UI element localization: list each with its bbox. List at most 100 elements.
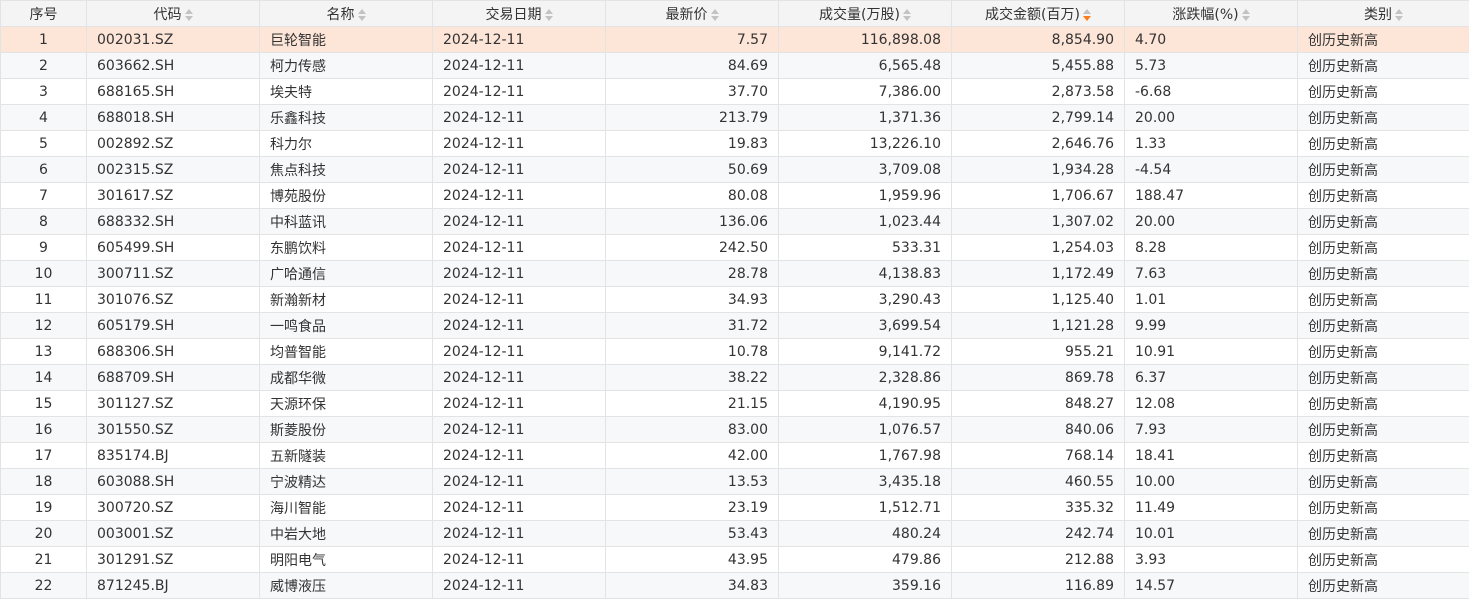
cell-code: 603662.SH [87,53,260,79]
table-row[interactable]: 18603088.SH宁波精达2024-12-1113.533,435.1846… [1,469,1469,495]
sort-icon[interactable] [185,9,193,21]
sort-icon[interactable] [358,9,366,21]
cell-volume: 480.24 [779,521,952,547]
cell-name: 巨轮智能 [260,27,433,53]
table-row[interactable]: 16301550.SZ斯菱股份2024-12-1183.001,076.5784… [1,417,1469,443]
cell-code: 003001.SZ [87,521,260,547]
column-header-date[interactable]: 交易日期 [433,1,606,27]
sort-icon[interactable] [711,9,719,21]
column-header-volume[interactable]: 成交量(万股) [779,1,952,27]
cell-price: 34.93 [606,287,779,313]
cell-price: 43.95 [606,547,779,573]
cell-date: 2024-12-11 [433,105,606,131]
cell-change: 14.57 [1125,573,1298,599]
column-header-change[interactable]: 涨跌幅(%) [1125,1,1298,27]
cell-volume: 1,076.57 [779,417,952,443]
cell-change: 10.91 [1125,339,1298,365]
cell-price: 34.83 [606,573,779,599]
column-header-amount[interactable]: 成交金额(百万) [952,1,1125,27]
cell-amount: 1,172.49 [952,261,1125,287]
sort-icon[interactable] [545,9,553,21]
cell-amount: 460.55 [952,469,1125,495]
cell-date: 2024-12-11 [433,313,606,339]
cell-change: -4.54 [1125,157,1298,183]
table-row[interactable]: 11301076.SZ新瀚新材2024-12-1134.933,290.431,… [1,287,1469,313]
cell-date: 2024-12-11 [433,157,606,183]
table-row[interactable]: 17835174.BJ五新隧装2024-12-1142.001,767.9876… [1,443,1469,469]
cell-change: 10.01 [1125,521,1298,547]
cell-amount: 335.32 [952,495,1125,521]
table-row[interactable]: 12605179.SH一鸣食品2024-12-1131.723,699.541,… [1,313,1469,339]
cell-change: 6.37 [1125,365,1298,391]
cell-name: 天源环保 [260,391,433,417]
cell-amount: 1,125.40 [952,287,1125,313]
cell-index: 5 [1,131,87,157]
cell-code: 605179.SH [87,313,260,339]
cell-category: 创历史新高 [1298,495,1469,521]
cell-name: 一鸣食品 [260,313,433,339]
table-row[interactable]: 2603662.SH柯力传感2024-12-1184.696,565.485,4… [1,53,1469,79]
cell-volume: 7,386.00 [779,79,952,105]
cell-change: 7.63 [1125,261,1298,287]
cell-date: 2024-12-11 [433,495,606,521]
cell-name: 乐鑫科技 [260,105,433,131]
cell-change: 3.93 [1125,547,1298,573]
table-row[interactable]: 5002892.SZ科力尔2024-12-1119.8313,226.102,6… [1,131,1469,157]
column-header-name[interactable]: 名称 [260,1,433,27]
cell-index: 2 [1,53,87,79]
cell-date: 2024-12-11 [433,131,606,157]
table-row[interactable]: 22871245.BJ威博液压2024-12-1134.83359.16116.… [1,573,1469,599]
cell-volume: 1,371.36 [779,105,952,131]
cell-code: 301076.SZ [87,287,260,313]
table-row[interactable]: 6002315.SZ焦点科技2024-12-1150.693,709.081,9… [1,157,1469,183]
table-row[interactable]: 19300720.SZ海川智能2024-12-1123.191,512.7133… [1,495,1469,521]
table-row[interactable]: 3688165.SH埃夫特2024-12-1137.707,386.002,87… [1,79,1469,105]
cell-category: 创历史新高 [1298,157,1469,183]
cell-index: 13 [1,339,87,365]
cell-code: 688165.SH [87,79,260,105]
cell-price: 50.69 [606,157,779,183]
table-row[interactable]: 9605499.SH东鹏饮料2024-12-11242.50533.311,25… [1,235,1469,261]
cell-price: 42.00 [606,443,779,469]
table-row[interactable]: 4688018.SH乐鑫科技2024-12-11213.791,371.362,… [1,105,1469,131]
sort-icon[interactable] [1395,9,1403,21]
cell-amount: 242.74 [952,521,1125,547]
table-row[interactable]: 14688709.SH成都华微2024-12-1138.222,328.8686… [1,365,1469,391]
table-row[interactable]: 21301291.SZ明阳电气2024-12-1143.95479.86212.… [1,547,1469,573]
column-header-category[interactable]: 类别 [1298,1,1469,27]
cell-date: 2024-12-11 [433,573,606,599]
cell-volume: 1,512.71 [779,495,952,521]
cell-amount: 2,873.58 [952,79,1125,105]
cell-index: 10 [1,261,87,287]
cell-index: 8 [1,209,87,235]
cell-price: 136.06 [606,209,779,235]
table-row[interactable]: 20003001.SZ中岩大地2024-12-1153.43480.24242.… [1,521,1469,547]
cell-category: 创历史新高 [1298,391,1469,417]
cell-volume: 116,898.08 [779,27,952,53]
table-row[interactable]: 15301127.SZ天源环保2024-12-1121.154,190.9584… [1,391,1469,417]
cell-price: 84.69 [606,53,779,79]
cell-change: 8.28 [1125,235,1298,261]
table-row[interactable]: 1002031.SZ巨轮智能2024-12-117.57116,898.088,… [1,27,1469,53]
table-row[interactable]: 7301617.SZ博苑股份2024-12-1180.081,959.961,7… [1,183,1469,209]
table-row[interactable]: 10300711.SZ广哈通信2024-12-1128.784,138.831,… [1,261,1469,287]
column-header-price[interactable]: 最新价 [606,1,779,27]
cell-date: 2024-12-11 [433,547,606,573]
cell-code: 688018.SH [87,105,260,131]
column-header-code[interactable]: 代码 [87,1,260,27]
sort-icon[interactable] [903,9,911,21]
cell-amount: 2,646.76 [952,131,1125,157]
cell-price: 83.00 [606,417,779,443]
sort-desc-icon[interactable] [1083,9,1091,21]
cell-code: 301127.SZ [87,391,260,417]
table-row[interactable]: 13688306.SH均普智能2024-12-1110.789,141.7295… [1,339,1469,365]
cell-name: 斯菱股份 [260,417,433,443]
sort-icon[interactable] [1242,9,1250,21]
cell-change: 11.49 [1125,495,1298,521]
table-row[interactable]: 8688332.SH中科蓝讯2024-12-11136.061,023.441,… [1,209,1469,235]
cell-change: 10.00 [1125,469,1298,495]
cell-code: 688332.SH [87,209,260,235]
cell-name: 宁波精达 [260,469,433,495]
cell-volume: 9,141.72 [779,339,952,365]
cell-code: 605499.SH [87,235,260,261]
